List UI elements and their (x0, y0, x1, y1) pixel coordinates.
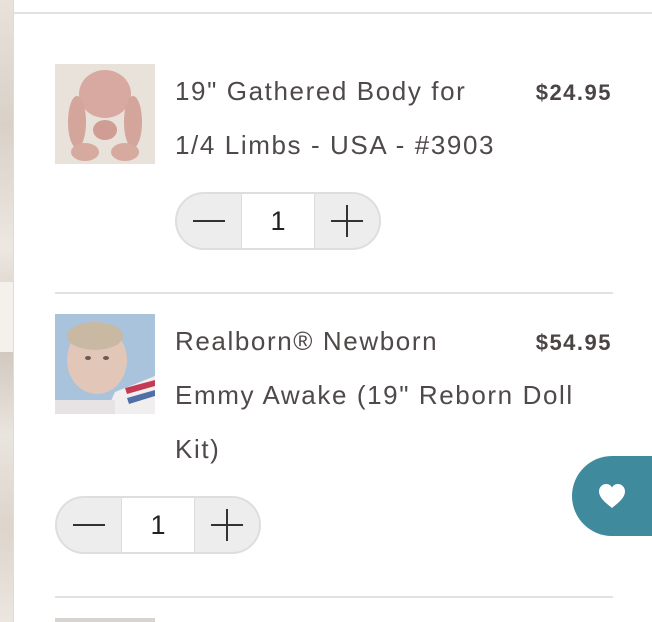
quantity-stepper (55, 496, 261, 554)
divider (55, 596, 613, 598)
reborn-doll-thumbnail[interactable] (55, 314, 155, 414)
quantity-input[interactable] (121, 498, 195, 552)
minus-icon (73, 524, 105, 526)
cart-item-price: $54.95 (535, 330, 612, 355)
plus-icon (331, 205, 363, 237)
doll-body-thumbnail[interactable] (55, 64, 155, 164)
decrease-quantity-button[interactable] (177, 194, 241, 248)
cart-drawer: 19" Gathered Body for 1/4 Limbs - USA - … (13, 0, 652, 622)
next-item-thumbnail (55, 618, 155, 622)
cart-item-title-line: 19" Gathered Body for (175, 76, 467, 106)
cart-item-title-line: Kit) (175, 434, 221, 464)
decrease-quantity-button[interactable] (57, 498, 121, 552)
minus-icon (193, 220, 225, 222)
background-page-strip (0, 0, 13, 622)
heart-icon (599, 484, 625, 508)
plus-icon (211, 509, 243, 541)
divider (14, 12, 652, 14)
quantity-stepper (175, 192, 381, 250)
cart-item-title[interactable]: 19" Gathered Body for 1/4 Limbs - USA - … (175, 64, 505, 172)
cart-item-title-line: 1/4 Limbs - USA - #3903 (175, 130, 496, 160)
increase-quantity-button[interactable] (195, 498, 259, 552)
divider (55, 292, 613, 294)
cart-item-price: $24.95 (535, 80, 612, 105)
quantity-input[interactable] (241, 194, 315, 248)
cart-item-title-line: Emmy Awake (19" Reborn Doll (175, 380, 574, 410)
increase-quantity-button[interactable] (315, 194, 379, 248)
favorites-button[interactable] (572, 456, 652, 536)
